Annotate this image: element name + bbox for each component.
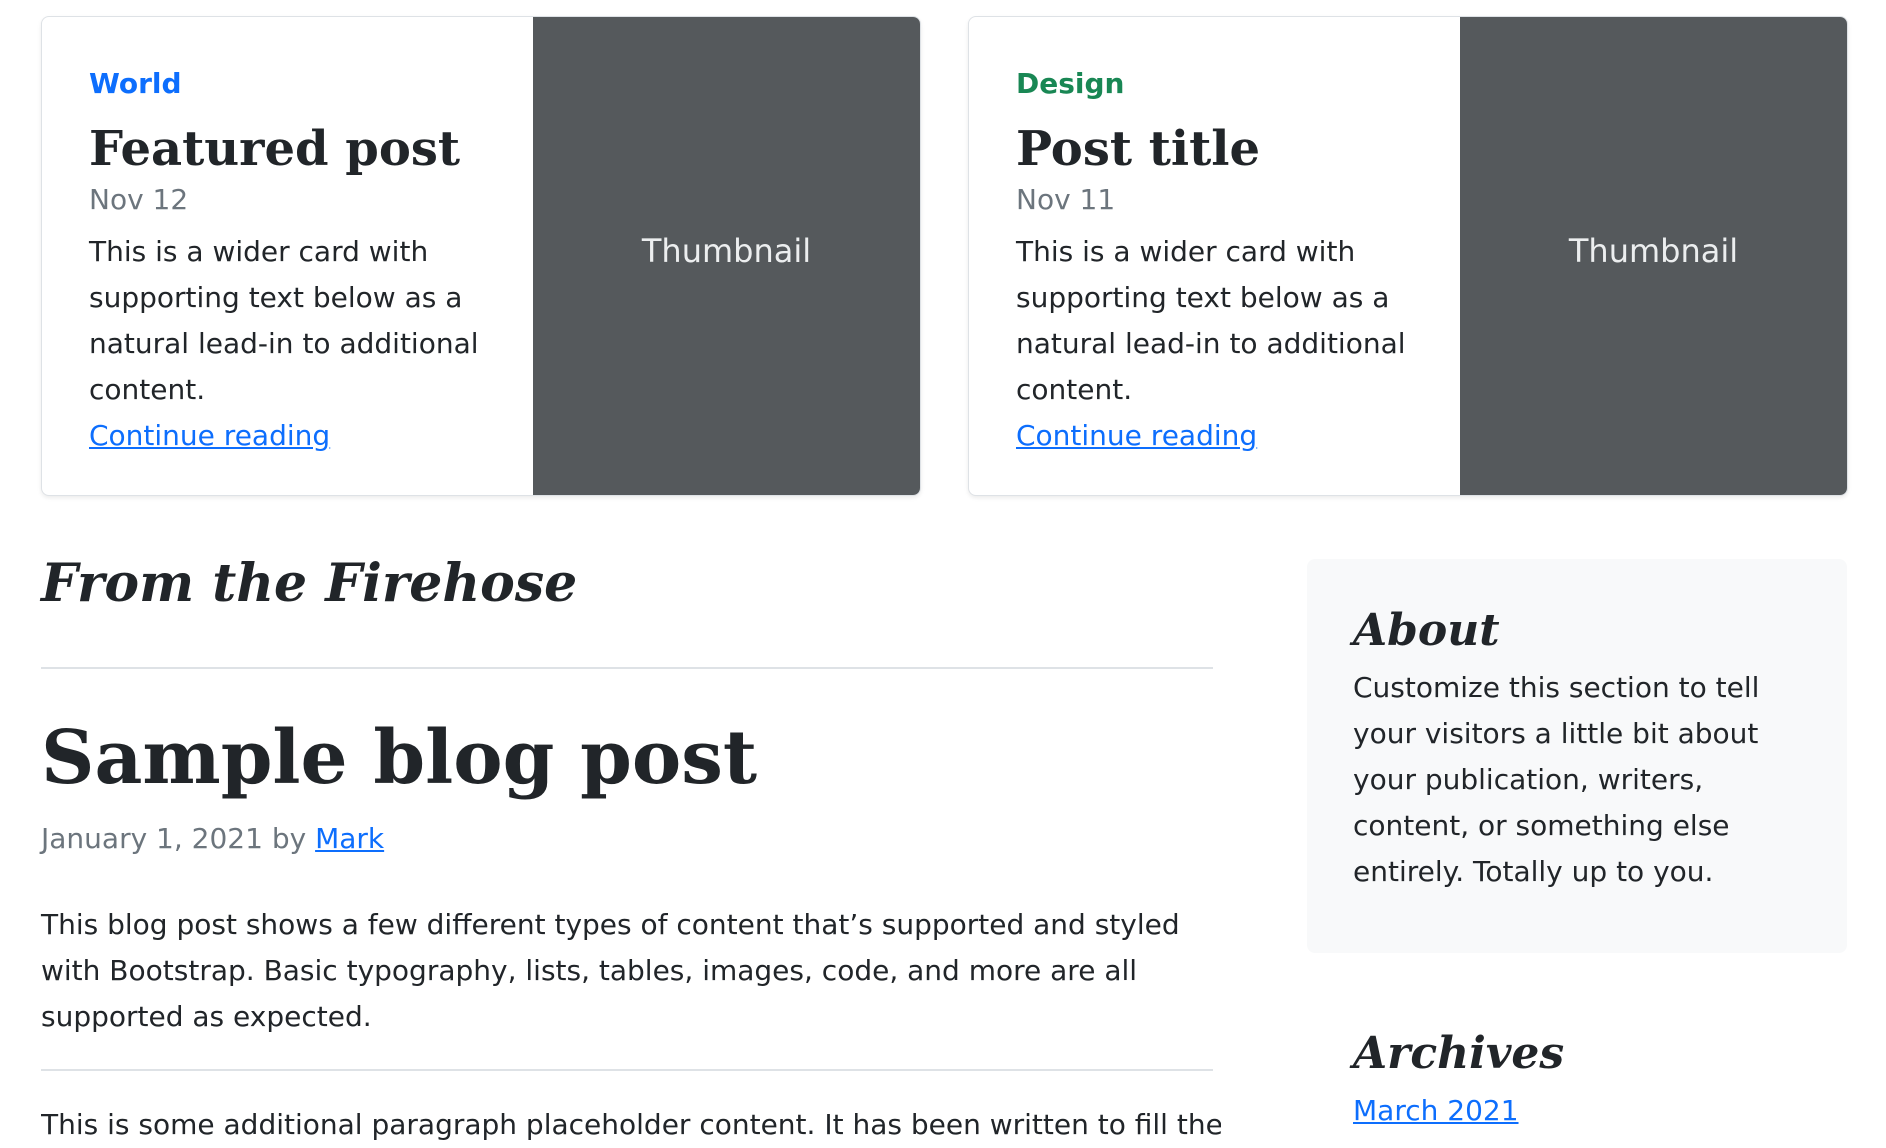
card-title: Post title xyxy=(1016,120,1261,177)
archives-section: Archives March 2021 xyxy=(1353,1028,1833,1134)
featured-card-design: Design Post title Nov 11 This is a wider… xyxy=(968,16,1848,496)
post-title: Sample blog post xyxy=(41,715,758,801)
card-title: Featured post xyxy=(89,120,461,177)
post-date: January 1, 2021 by xyxy=(41,822,316,855)
card-category: World xyxy=(89,67,182,100)
section-title: From the Firehose xyxy=(41,553,578,614)
featured-card-world: World Featured post Nov 12 This is a wid… xyxy=(41,16,921,496)
card-text: This is a wider card with supporting tex… xyxy=(89,234,479,406)
author-link[interactable]: Mark xyxy=(315,822,384,855)
card-date: Nov 12 xyxy=(89,183,189,217)
continue-reading-link[interactable]: Continue reading xyxy=(89,413,330,459)
archive-item: March 2021 xyxy=(1353,1088,1833,1134)
archive-link[interactable]: March 2021 xyxy=(1353,1094,1519,1127)
card-body: World Featured post Nov 12 This is a wid… xyxy=(42,17,533,495)
post-meta: January 1, 2021 by Mark xyxy=(41,822,384,856)
about-heading: About xyxy=(1353,605,1500,656)
thumbnail-label: Thumbnail xyxy=(641,232,812,270)
card-thumbnail: Thumbnail xyxy=(1460,17,1847,495)
card-category: Design xyxy=(1016,67,1125,100)
divider xyxy=(41,667,1213,669)
archives-list: March 2021 xyxy=(1353,1088,1833,1134)
continue-reading-link[interactable]: Continue reading xyxy=(1016,413,1257,459)
card-body: Design Post title Nov 11 This is a wider… xyxy=(969,17,1460,495)
thumbnail-label: Thumbnail xyxy=(1568,232,1739,270)
card-thumbnail: Thumbnail xyxy=(533,17,920,495)
post-paragraph: This is some additional paragraph placeh… xyxy=(41,1108,1221,1141)
archives-heading: Archives xyxy=(1353,1028,1565,1079)
divider xyxy=(41,1069,1213,1071)
about-box: About Customize this section to tell you… xyxy=(1307,559,1847,953)
card-date: Nov 11 xyxy=(1016,183,1116,217)
post-intro: This blog post shows a few different typ… xyxy=(41,908,1180,1033)
card-text: This is a wider card with supporting tex… xyxy=(1016,234,1406,406)
about-text: Customize this section to tell your visi… xyxy=(1353,671,1760,889)
